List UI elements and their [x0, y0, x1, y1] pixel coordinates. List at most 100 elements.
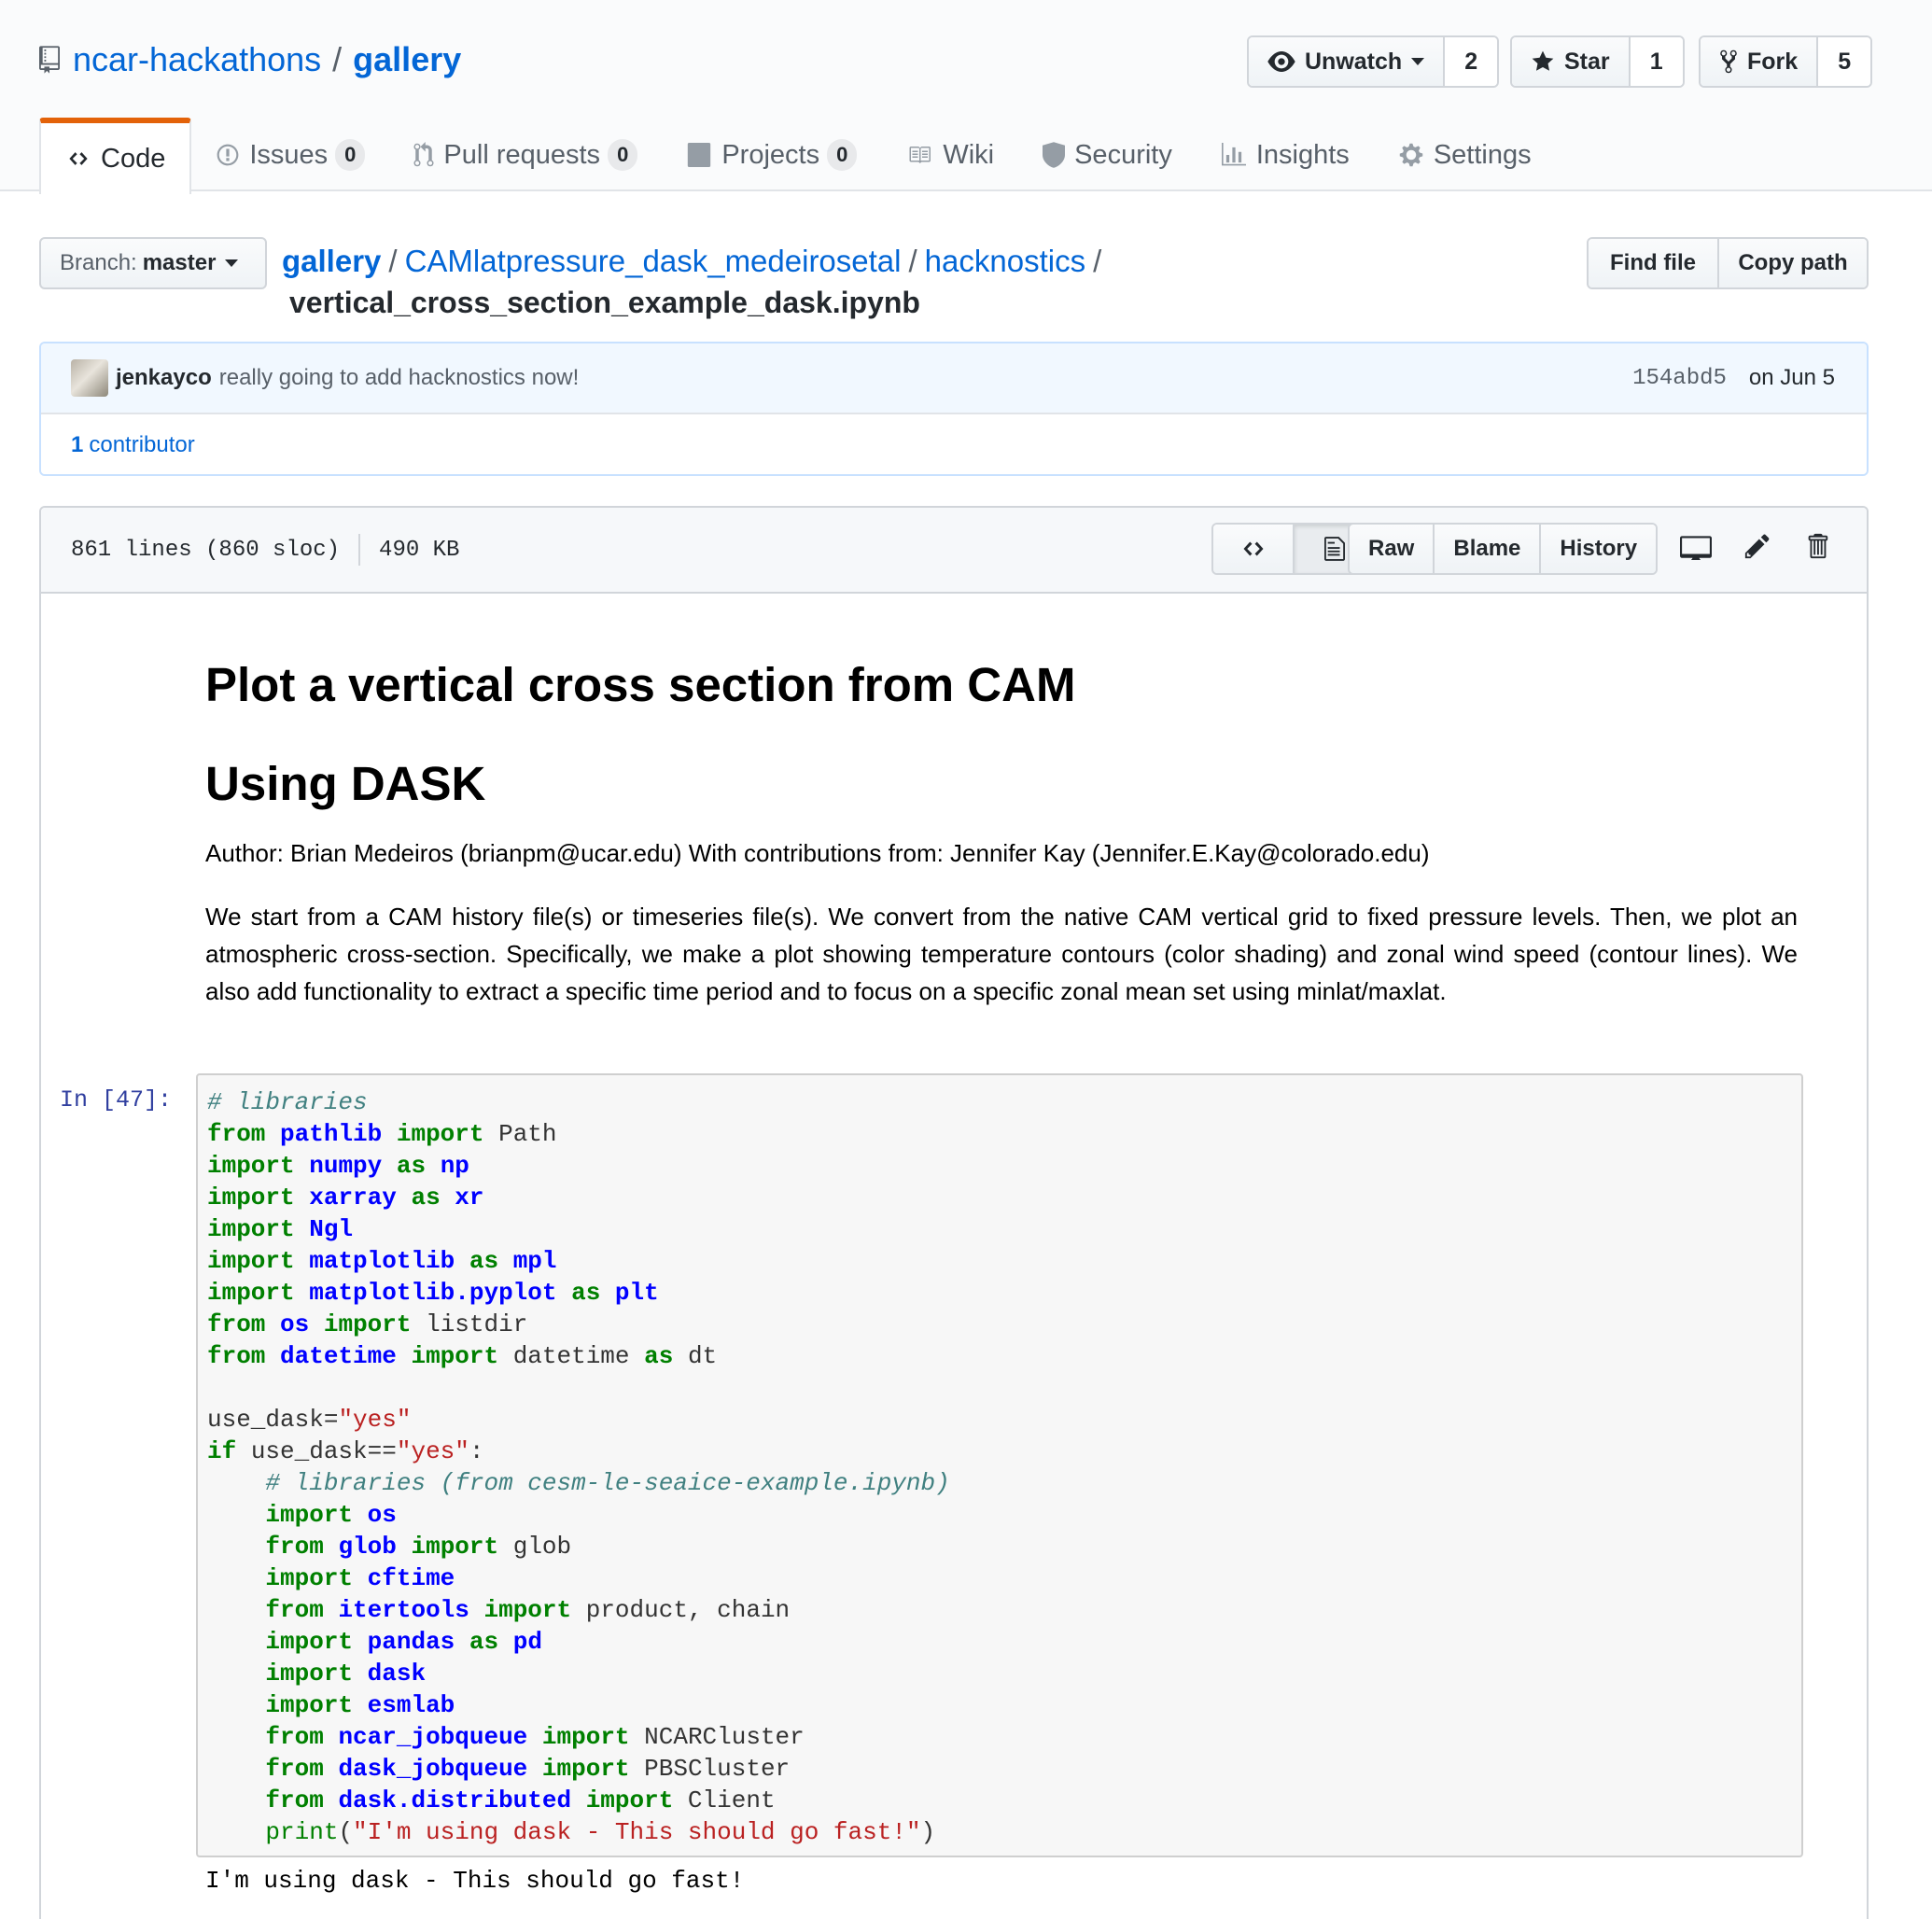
forks-count[interactable]: 5	[1818, 37, 1871, 86]
repo-owner-link[interactable]: ncar-hackathons	[73, 40, 321, 79]
code-token: pd	[512, 1628, 542, 1656]
tab-pull-requests[interactable]: Pull requests 0	[389, 118, 662, 192]
code-token: dask.distributed	[338, 1786, 572, 1814]
code-token: print	[265, 1818, 339, 1846]
avatar[interactable]	[71, 359, 108, 397]
desktop-icon-wrap[interactable]	[1680, 532, 1712, 560]
code-token: import	[323, 1310, 412, 1338]
pencil-icon-wrap[interactable]	[1743, 532, 1771, 560]
copy-path-button[interactable]: Copy path	[1717, 239, 1867, 287]
contributors-link[interactable]: 1 contributor	[41, 413, 1867, 474]
code-token: PBSCluster	[629, 1755, 791, 1783]
code-token: import	[411, 1342, 499, 1370]
raw-button[interactable]: Raw	[1350, 525, 1434, 573]
repo-header: ncar-hackathons / gallery Unwatch 2 Star…	[0, 0, 1932, 194]
branch-selector[interactable]: Branch: master	[39, 237, 267, 289]
notebook-subtitle: Using DASK	[205, 757, 486, 810]
code-token: import	[265, 1501, 354, 1529]
code-token: # libraries (from cesm-le-seaice-example…	[265, 1469, 950, 1497]
code-token: import	[207, 1247, 295, 1275]
code-token: datetime	[280, 1342, 397, 1370]
code-line: from os import listdir	[207, 1309, 1801, 1340]
code-line: print("I'm using dask - This should go f…	[207, 1816, 1801, 1848]
code-token: # libraries	[207, 1088, 368, 1116]
pencil-icon	[1744, 534, 1770, 559]
code-icon	[1243, 541, 1263, 556]
trash-icon	[1808, 533, 1828, 559]
tab-insights[interactable]: Insights	[1197, 118, 1374, 192]
tab-code[interactable]: Code	[39, 118, 192, 194]
code-line: import xarray as xr	[207, 1182, 1801, 1213]
blame-button[interactable]: Blame	[1433, 525, 1540, 573]
code-token: as	[571, 1279, 601, 1307]
code-line: if use_dask=="yes":	[207, 1436, 1801, 1467]
code-token: import	[541, 1723, 630, 1751]
code-token: import	[265, 1660, 354, 1688]
tab-projects[interactable]: Projects 0	[662, 118, 881, 192]
tab-projects-label: Projects	[721, 139, 820, 170]
breadcrumb-subfolder-link[interactable]: hacknostics	[925, 244, 1085, 278]
tab-security-label: Security	[1074, 139, 1172, 170]
code-token: dt	[673, 1342, 718, 1370]
breadcrumb-folder-link[interactable]: CAMlatpressure_dask_medeirosetal	[405, 244, 902, 278]
commit-sha-link[interactable]: 154abd5	[1632, 366, 1727, 391]
breadcrumb-separator: /	[908, 244, 917, 278]
fork-button[interactable]: Fork	[1701, 37, 1819, 86]
tab-issues[interactable]: Issues 0	[191, 118, 389, 192]
stars-count[interactable]: 1	[1630, 37, 1683, 86]
eye-icon	[1267, 51, 1295, 72]
tab-settings[interactable]: Settings	[1374, 118, 1556, 192]
commit-author-link[interactable]: jenkayco	[116, 365, 212, 391]
code-token: import	[483, 1596, 572, 1624]
code-cell: # libraries from pathlib import Path impor…	[196, 1073, 1803, 1857]
code-token: os	[367, 1501, 397, 1529]
fork-group: Fork 5	[1699, 35, 1873, 88]
commit-message-link[interactable]: really going to add hacknostics now!	[219, 365, 580, 391]
breadcrumb-repo-link[interactable]: gallery	[282, 244, 381, 278]
code-token: matplotlib.pyplot	[309, 1279, 557, 1307]
code-token: from	[265, 1755, 324, 1783]
history-button[interactable]: History	[1539, 525, 1657, 573]
code-token: NCARCluster	[629, 1723, 805, 1751]
code-line: from datetime import datetime as dt	[207, 1340, 1801, 1372]
graph-icon	[1221, 143, 1246, 166]
watchers-count[interactable]: 2	[1445, 37, 1498, 86]
code-line: import matplotlib as mpl	[207, 1245, 1801, 1277]
code-token: :	[469, 1437, 484, 1465]
star-icon	[1532, 50, 1554, 71]
code-line: import cftime	[207, 1562, 1801, 1594]
code-token: mpl	[512, 1247, 557, 1275]
tab-wiki[interactable]: Wiki	[881, 118, 1018, 192]
fork-icon	[1720, 49, 1737, 74]
repo-name-link[interactable]: gallery	[353, 40, 461, 79]
find-file-button[interactable]: Find file	[1589, 239, 1717, 287]
tab-security[interactable]: Security	[1018, 118, 1197, 192]
breadcrumb-separator: /	[388, 244, 398, 278]
star-button[interactable]: Star	[1512, 37, 1631, 86]
code-line: from itertools import product, chain	[207, 1594, 1801, 1626]
code-token: from	[265, 1723, 324, 1751]
display-source-button[interactable]	[1213, 525, 1293, 573]
unwatch-button[interactable]: Unwatch	[1249, 37, 1446, 86]
cell-output: I'm using dask - This should go fast!	[205, 1867, 745, 1895]
latest-commit: jenkayco really going to add hacknostics…	[41, 343, 1867, 413]
trash-icon-wrap[interactable]	[1805, 532, 1829, 560]
